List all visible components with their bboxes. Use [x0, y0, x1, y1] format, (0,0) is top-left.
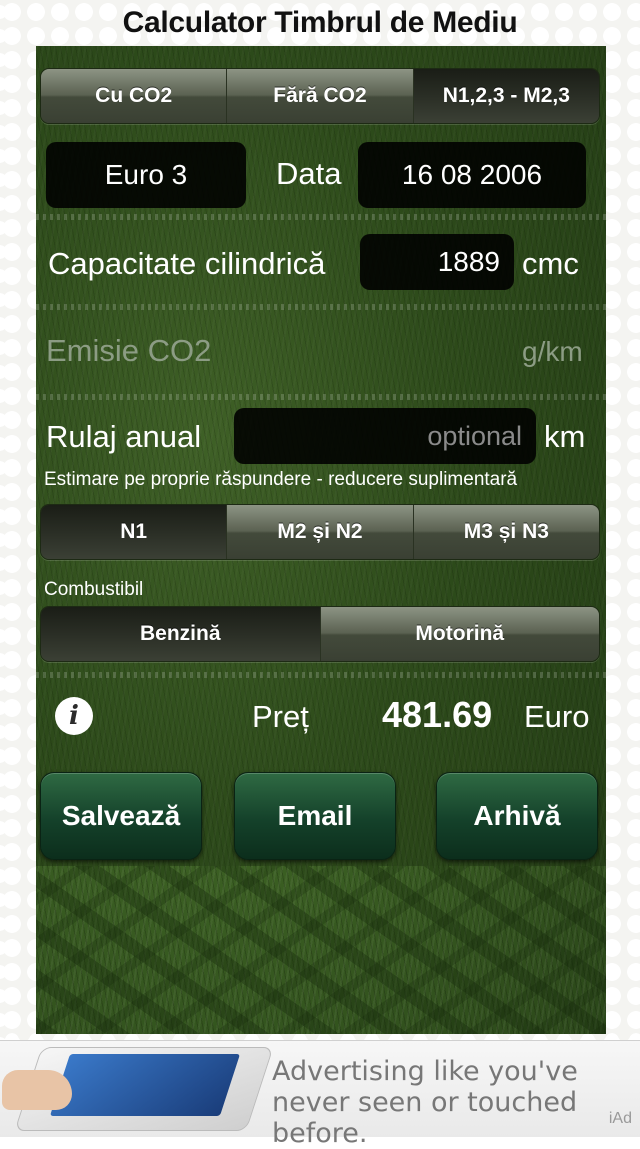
mileage-placeholder: optional	[427, 420, 522, 451]
mileage-note: Estimare pe proprie răspundere - reducer…	[44, 469, 518, 490]
fuel-segmented-control: Benzină Motorină	[40, 606, 600, 662]
price-currency: Euro	[524, 699, 590, 734]
capacity-input[interactable]: 1889	[360, 234, 514, 290]
app-title: Calculator Timbrul de Mediu	[122, 6, 518, 39]
price-label: Preț	[252, 699, 309, 734]
mileage-unit: km	[544, 419, 586, 454]
stamp-perforation-left	[0, 0, 16, 1040]
ad-text: Advertising like you've never seen or to…	[272, 1056, 578, 1149]
ipad-screen-image	[49, 1054, 241, 1116]
divider	[36, 304, 606, 310]
capacity-unit: cmc	[522, 246, 579, 281]
tab-n1[interactable]: N1	[41, 505, 227, 559]
euro-norm-picker[interactable]: Euro 3	[46, 142, 246, 208]
capacity-label: Capacitate cilindrică	[48, 246, 326, 281]
category-segmented-control: N1 M2 și N2 M3 și N3	[40, 504, 600, 560]
date-picker[interactable]: 16 08 2006	[358, 142, 586, 208]
hand-image	[2, 1070, 72, 1110]
divider	[36, 214, 606, 220]
tab-m2-n2[interactable]: M2 și N2	[226, 505, 413, 559]
mileage-input[interactable]: optional	[234, 408, 536, 464]
divider	[36, 672, 606, 678]
mileage-label: Rulaj anual	[46, 419, 202, 454]
emission-label: Emisie CO2	[46, 333, 212, 368]
info-icon[interactable]: i	[55, 697, 93, 735]
mode-segmented-control: Cu CO2 Fără CO2 N1,2,3 - M2,3	[40, 68, 600, 124]
emission-unit: g/km	[522, 336, 583, 367]
email-button[interactable]: Email	[234, 772, 396, 860]
tab-motorina[interactable]: Motorină	[319, 607, 599, 661]
price-value: 481.69	[382, 694, 493, 735]
fuel-label: Combustibil	[44, 579, 144, 600]
date-label: Data	[276, 156, 342, 191]
tab-m3-n3[interactable]: M3 și N3	[412, 505, 599, 559]
tab-fara-co2[interactable]: Fără CO2	[226, 69, 413, 123]
save-button[interactable]: Salvează	[40, 772, 202, 860]
tab-benzina[interactable]: Benzină	[41, 607, 320, 661]
archive-button[interactable]: Arhivă	[436, 772, 598, 860]
iad-logo: iAd	[608, 1110, 632, 1127]
stamp-perforation-right	[624, 0, 640, 1040]
tab-n123-m23[interactable]: N1,2,3 - M2,3	[412, 69, 599, 123]
tab-cu-co2[interactable]: Cu CO2	[41, 69, 227, 123]
divider	[36, 394, 606, 400]
